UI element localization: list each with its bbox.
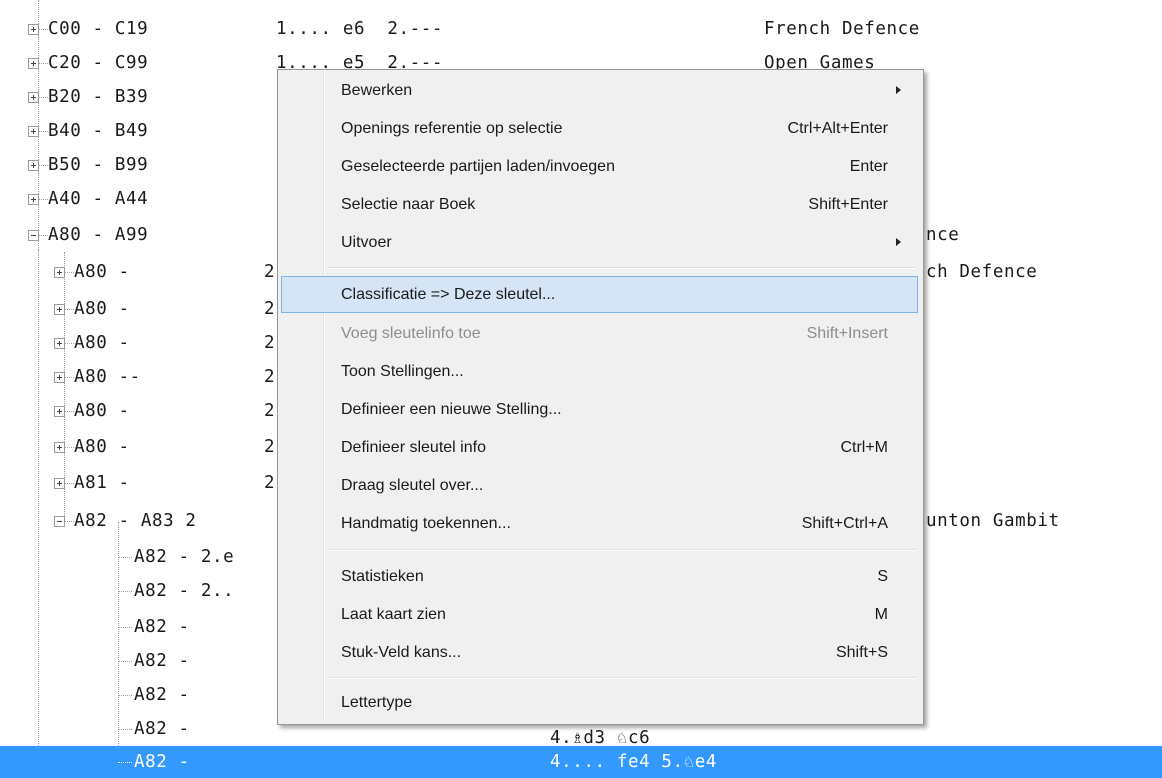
row-code: A80 - (74, 333, 130, 353)
row-code: B20 - B39 (48, 87, 149, 107)
menu-item-lettertype[interactable]: Lettertype (281, 685, 918, 720)
menu-item-voeg-sleutelinfo-toe[interactable]: Voeg sleutelinfo toe Shift+Insert (281, 316, 918, 351)
menu-item-label: Laat kaart zien (341, 606, 446, 623)
row-code: A82 - (134, 752, 190, 772)
menu-item-label: Stuk-Veld kans... (341, 644, 462, 661)
row-code: A80 - (74, 437, 130, 457)
submenu-arrow-icon (896, 238, 901, 246)
collapse-icon[interactable] (54, 516, 65, 527)
menu-item-definieer-stelling[interactable]: Definieer een nieuwe Stelling... (281, 392, 918, 427)
row-moves: 4.... fe4 5.♘e4 (550, 752, 718, 772)
menu-item-label: Draag sleutel over... (341, 477, 484, 494)
menu-item-shortcut: M (874, 606, 888, 623)
row-code: C00 - C19 (48, 19, 149, 39)
menu-item-toon-stellingen[interactable]: Toon Stellingen... (281, 354, 918, 389)
expand-icon[interactable] (54, 478, 65, 489)
row-code: A82 - (134, 685, 190, 705)
menu-item-shortcut: Ctrl+M (840, 439, 888, 456)
menu-item-label: Handmatig toekennen... (341, 515, 511, 532)
row-moves: 2 (264, 333, 276, 353)
menu-separator (326, 267, 916, 269)
expand-icon[interactable] (54, 267, 65, 278)
row-moves: 1.... e6 2.--- (276, 19, 444, 39)
row-moves: 2 (264, 437, 276, 457)
row-code: A82 - A83 2 (74, 511, 197, 531)
row-code: A82 - 2.e (134, 547, 235, 567)
expand-icon[interactable] (28, 92, 39, 103)
menu-item-label: Definieer een nieuwe Stelling... (341, 401, 562, 418)
menu-item-label: Selectie naar Boek (341, 196, 476, 213)
row-code: A81 - (74, 473, 130, 493)
menu-item-label: Voeg sleutelinfo toe (341, 325, 481, 342)
tree-row-selected[interactable]: A82 - 4.... fe4 5.♘e4 (0, 746, 1162, 778)
menu-item-shortcut: Ctrl+Alt+Enter (787, 120, 888, 137)
row-code: B50 - B99 (48, 155, 149, 175)
menu-item-draag-sleutel-over[interactable]: Draag sleutel over... (281, 468, 918, 503)
menu-item-uitvoer[interactable]: Uitvoer (281, 225, 918, 260)
row-code: B40 - B49 (48, 121, 149, 141)
row-code: A82 - (134, 651, 190, 671)
menu-item-label: Lettertype (341, 694, 413, 711)
expand-icon[interactable] (54, 372, 65, 383)
menu-item-label: Classificatie => Deze sleutel... (341, 286, 556, 303)
menu-item-shortcut: Shift+Enter (808, 196, 888, 213)
row-code: A80 - A99 (48, 225, 149, 245)
collapse-icon[interactable] (28, 230, 39, 241)
menu-item-laat-kaart-zien[interactable]: Laat kaart zien M (281, 597, 918, 632)
menu-item-shortcut: Shift+Insert (806, 325, 888, 342)
menu-item-label: Statistieken (341, 568, 424, 585)
row-code: C20 - C99 (48, 53, 149, 73)
row-code: A80 - (74, 299, 130, 319)
row-name: French Defence (764, 19, 920, 39)
menu-item-stuk-veld-kans[interactable]: Stuk-Veld kans... Shift+S (281, 635, 918, 670)
row-name: unton Gambit (926, 511, 1060, 531)
menu-item-label: Uitvoer (341, 234, 392, 251)
expand-icon[interactable] (28, 160, 39, 171)
row-name: nce (926, 225, 960, 245)
expand-icon[interactable] (28, 58, 39, 69)
expand-icon[interactable] (54, 338, 65, 349)
tree-row[interactable]: C00 - C19 1.... e6 2.--- French Defence (0, 12, 1162, 46)
menu-item-classificatie[interactable]: Classificatie => Deze sleutel... (281, 276, 918, 313)
menu-item-shortcut: Shift+S (835, 644, 888, 661)
row-moves: 2 (264, 262, 276, 282)
row-code: A82 - 2.. (134, 581, 235, 601)
expand-icon[interactable] (54, 304, 65, 315)
row-moves: 2 (264, 367, 276, 387)
menu-item-label: Bewerken (341, 82, 413, 99)
row-code: A80 - (74, 401, 130, 421)
expand-icon[interactable] (28, 126, 39, 137)
menu-item-openings-referentie[interactable]: Openings referentie op selectie Ctrl+Alt… (281, 111, 918, 146)
menu-item-label: Definieer sleutel info (341, 439, 486, 456)
row-code: A82 - (134, 617, 190, 637)
expand-icon[interactable] (28, 24, 39, 35)
menu-item-shortcut: Enter (849, 158, 888, 175)
expand-icon[interactable] (54, 442, 65, 453)
submenu-arrow-icon (896, 86, 901, 94)
expand-icon[interactable] (28, 194, 39, 205)
menu-item-handmatig-toekennen[interactable]: Handmatig toekennen... Shift+Ctrl+A (281, 506, 918, 541)
row-code: A40 - A44 (48, 189, 149, 209)
menu-separator (326, 677, 916, 679)
row-code: A80 - (74, 262, 130, 282)
row-moves: 2 (264, 299, 276, 319)
row-code: A82 - (134, 719, 190, 739)
row-moves: 2 (264, 401, 276, 421)
row-name: ch Defence (926, 262, 1038, 282)
menu-item-shortcut: S (877, 568, 888, 585)
menu-item-selectie-naar-boek[interactable]: Selectie naar Boek Shift+Enter (281, 187, 918, 222)
row-moves: 2 (264, 473, 276, 493)
expand-icon[interactable] (54, 406, 65, 417)
menu-item-label: Openings referentie op selectie (341, 120, 563, 137)
menu-item-shortcut: Shift+Ctrl+A (801, 515, 888, 532)
menu-item-partijen-laden[interactable]: Geselecteerde partijen laden/invoegen En… (281, 149, 918, 184)
row-code: A80 -- (74, 367, 141, 387)
menu-separator (326, 549, 916, 551)
menu-item-label: Geselecteerde partijen laden/invoegen (341, 158, 615, 175)
menu-item-label: Toon Stellingen... (341, 363, 464, 380)
menu-item-bewerken[interactable]: Bewerken (281, 73, 918, 108)
menu-item-definieer-sleutel-info[interactable]: Definieer sleutel info Ctrl+M (281, 430, 918, 465)
menu-item-statistieken[interactable]: Statistieken S (281, 559, 918, 594)
context-menu: Bewerken Openings referentie op selectie… (277, 69, 924, 725)
